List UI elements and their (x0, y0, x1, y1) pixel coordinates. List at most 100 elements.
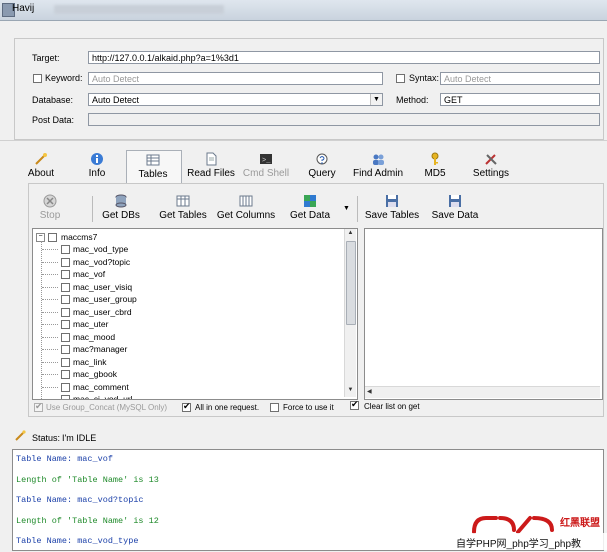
settings-label: Settings (472, 168, 510, 179)
tools-icon (484, 152, 498, 166)
get-dbs-button[interactable]: Get DBs (99, 194, 143, 221)
log-line: Length of 'Table Name' is 13 (16, 474, 159, 485)
data-list[interactable] (364, 228, 603, 400)
keyword-checkbox[interactable] (33, 74, 42, 83)
tree-item[interactable]: mac_gbook (42, 368, 321, 381)
save-icon (385, 194, 399, 208)
tree-item[interactable]: mac_user_visiq (42, 281, 321, 294)
tables-button[interactable]: Tables (127, 153, 179, 180)
read-files-button[interactable]: Read Files (186, 152, 236, 179)
table-icon (176, 194, 190, 208)
clear-list-label: Clear list on get (364, 402, 420, 411)
tree-item[interactable]: mac_vod_type (42, 243, 321, 256)
tree-item-checkbox[interactable] (61, 357, 70, 367)
group-concat-checkbox[interactable] (34, 401, 43, 412)
scroll-thumb[interactable] (346, 241, 356, 325)
database-select[interactable]: Auto Detect ▼ (88, 93, 383, 106)
toolbar-separator (92, 196, 93, 222)
cmd-shell-button[interactable]: >_ Cmd Shell (241, 152, 291, 179)
tree-item-checkbox[interactable] (61, 270, 70, 279)
scroll-down-icon[interactable]: ▼ (345, 387, 356, 393)
tree-item-checkbox[interactable] (61, 307, 70, 317)
tree-item-label: mac_user_cbrd (73, 306, 132, 317)
tree-item-label: mac_vod_type (73, 244, 129, 254)
target-input[interactable]: http://127.0.0.1/alkaid.php?a=1%3d1 (88, 51, 600, 64)
about-button[interactable]: About (22, 152, 60, 179)
post-data-input[interactable] (88, 113, 600, 126)
stop-icon (43, 194, 57, 208)
info-button[interactable]: Info (82, 152, 112, 179)
tree-item[interactable]: mac_vof (42, 268, 321, 281)
scroll-left-icon[interactable]: ◀ (367, 388, 372, 395)
tree-item[interactable]: mac_ci_vod_url (61, 393, 321, 399)
tree-item[interactable]: mac_vod?topic (42, 256, 321, 269)
tree-guide-branch (42, 274, 58, 275)
tree-guide-branch (42, 386, 58, 388)
tree-item-checkbox[interactable] (61, 320, 70, 329)
tree-item-checkbox[interactable] (61, 295, 70, 304)
save-data-button[interactable]: Save Data (429, 194, 481, 221)
all-in-one-checkbox[interactable] (182, 401, 191, 412)
toolbar-divider (0, 140, 607, 141)
watermark-banner: 自学PHP网_php学习_php教 (454, 533, 607, 550)
scroll-up-icon[interactable]: ▲ (345, 230, 356, 236)
method-label: Method: (396, 95, 429, 105)
tree-item-checkbox[interactable] (61, 257, 70, 267)
tree-item-checkbox[interactable] (61, 370, 70, 379)
tree-item-label: mac_uter (73, 319, 109, 329)
settings-button[interactable]: Settings (470, 152, 512, 179)
tree-item[interactable]: mac_uter (42, 318, 321, 331)
tree-item[interactable]: mac_user_group (42, 293, 321, 306)
force-checkbox[interactable] (270, 403, 279, 412)
get-columns-label: Get Columns (216, 210, 276, 221)
tree-item[interactable]: mac?manager (42, 343, 321, 356)
tree-root-checkbox[interactable] (48, 233, 57, 242)
tree-scrollbar[interactable]: ▲ ▼ (344, 229, 356, 397)
tree-item-checkbox[interactable] (61, 395, 70, 399)
log-line: Table Name: mac_vof (16, 454, 113, 464)
find-admin-button[interactable]: Find Admin (351, 152, 405, 179)
tree-item-label: mac_link (73, 356, 107, 367)
data-list-hscrollbar[interactable]: ◀ (365, 386, 600, 398)
tree-item-checkbox[interactable] (61, 382, 70, 392)
method-select[interactable]: GET (440, 93, 600, 106)
tree-item-checkbox[interactable] (61, 282, 70, 292)
get-data-dropdown-icon[interactable]: ▼ (343, 205, 350, 212)
tree-item-label: mac_user_visiq (73, 281, 133, 292)
syntax-checkbox[interactable] (396, 74, 405, 83)
keyword-input[interactable]: Auto Detect (88, 72, 383, 85)
tree-item-label: mac_comment (73, 381, 129, 392)
tree-item-label: mac_mood (73, 331, 116, 342)
tree-item-checkbox[interactable] (61, 245, 70, 254)
stop-button[interactable]: Stop (36, 194, 64, 221)
tree-guide (41, 241, 43, 399)
clear-list-checkbox[interactable] (350, 399, 359, 410)
get-tables-button[interactable]: Get Tables (156, 194, 210, 221)
tables-tree[interactable]: − maccms7 mac_vod_type mac_vod?topic mac_v… (32, 228, 358, 400)
status-value: I'm IDLE (62, 433, 97, 443)
chevron-down-icon[interactable]: ▼ (370, 94, 382, 105)
tree-guide-branch (42, 399, 58, 400)
tree-item[interactable]: mac_mood (42, 331, 321, 344)
tree-item[interactable]: mac_comment (42, 381, 321, 394)
status-icon (14, 430, 26, 442)
database-icon (114, 194, 128, 208)
tree-item-label: mac_user_group (73, 294, 137, 304)
obscured-title-text (54, 5, 224, 14)
stop-label: Stop (39, 210, 61, 221)
log-line: Table Name: mac_vod_type (16, 536, 139, 546)
tree-item-checkbox[interactable] (61, 332, 70, 342)
info-icon (90, 152, 104, 166)
save-tables-button[interactable]: Save Tables (363, 194, 421, 221)
get-data-button[interactable]: Get Data (286, 194, 334, 221)
tree-item[interactable]: mac_user_cbrd (42, 306, 321, 319)
tree-item[interactable]: mac_link (42, 356, 321, 369)
query-button[interactable]: Query (305, 152, 339, 179)
tree-item-checkbox[interactable] (61, 345, 70, 354)
tree-guide-branch (42, 286, 58, 288)
find-admin-label: Find Admin (352, 168, 404, 179)
md5-button[interactable]: MD5 (420, 152, 450, 179)
toolbar-separator (357, 196, 358, 222)
get-columns-button[interactable]: Get Columns (215, 194, 277, 221)
syntax-input[interactable]: Auto Detect (440, 72, 600, 85)
